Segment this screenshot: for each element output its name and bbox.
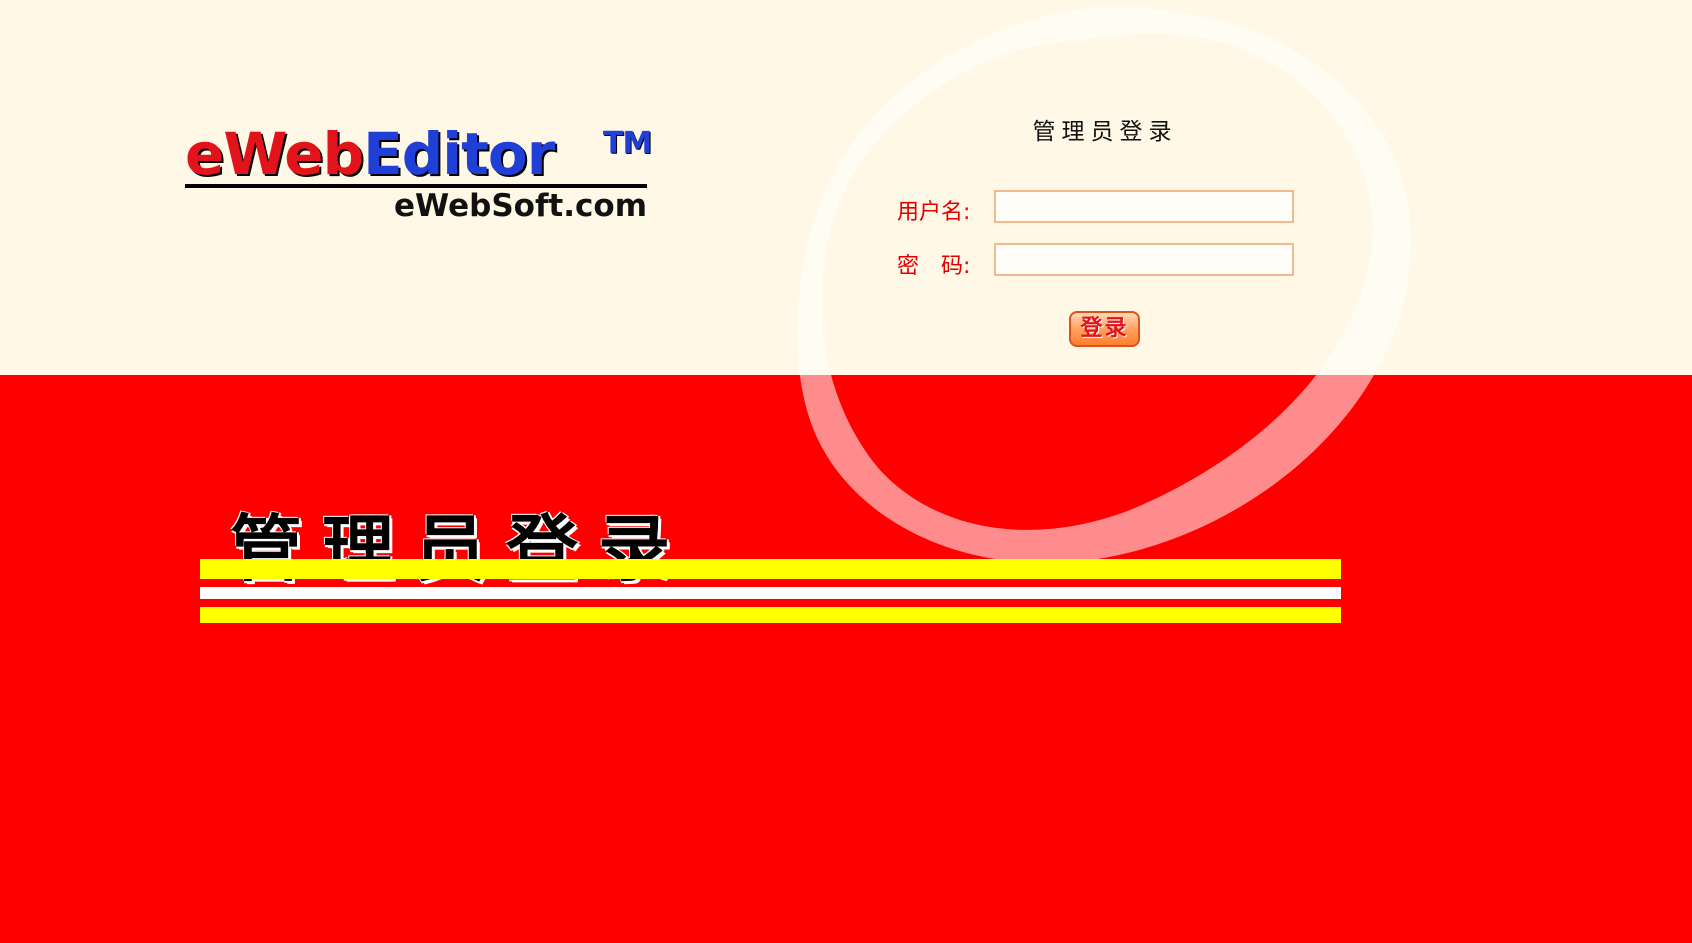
banner-stripe-yellow-top [200,559,1341,579]
logo-editor: Editor [363,120,555,188]
logo-trademark: TM [603,126,652,161]
banner-title: 管理员登录 [230,507,691,591]
banner-stripe-yellow-bottom [200,607,1341,623]
password-label: 密 码: [897,254,971,279]
username-input[interactable] [994,190,1294,223]
logo-e: e [185,120,224,188]
password-input[interactable] [994,243,1294,276]
login-form-title: 管理员登录 [1032,119,1178,145]
login-page: eWebEditor TM eWebSoft.com 管理员登录 用户名: 密 … [0,0,1692,943]
logo-wordmark: eWebEditor [185,120,555,188]
ewebeditor-logo: eWebEditor TM eWebSoft.com [185,120,652,227]
logo-site: eWebSoft.com [393,188,647,224]
logo-web: Web [223,120,364,188]
banner-stripe-white [200,587,1341,599]
username-label: 用户名: [897,200,971,225]
login-button[interactable]: 登录 [1069,311,1140,347]
bottom-background [0,375,1692,943]
